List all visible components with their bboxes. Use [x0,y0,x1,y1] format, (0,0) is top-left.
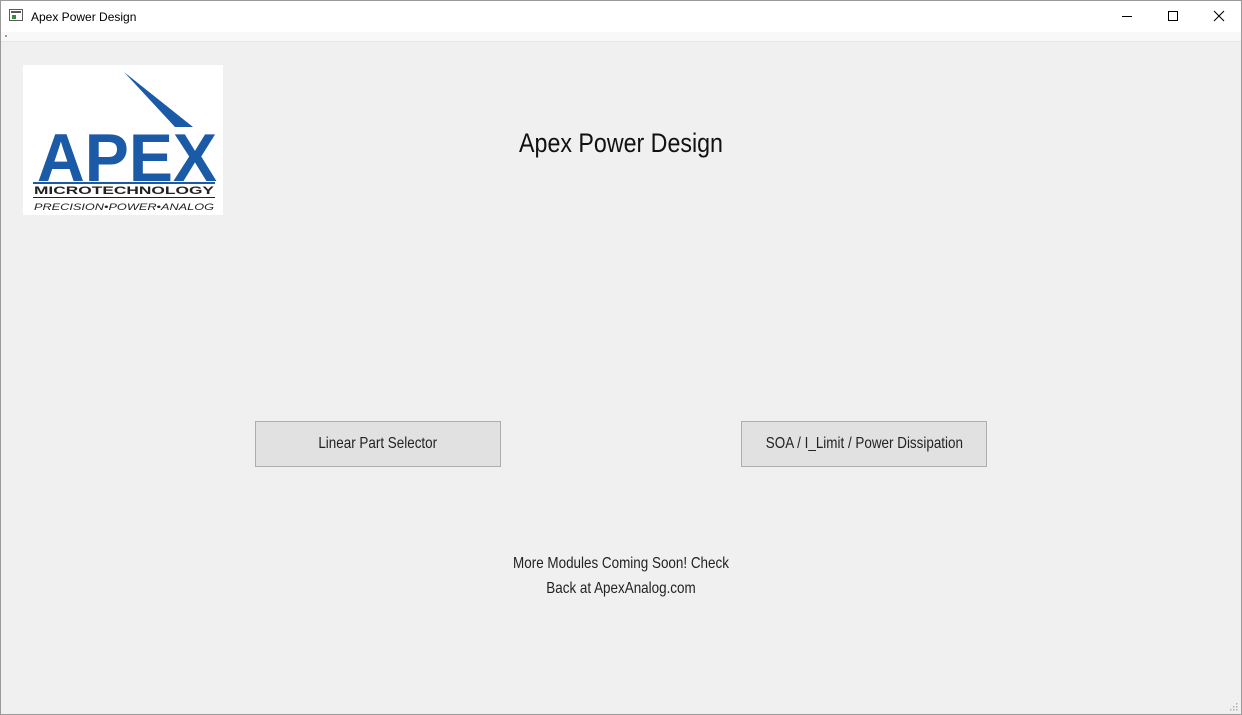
logo-tagline: PRECISION•POWER•ANALOG [34,202,214,212]
coming-soon-message: More Modules Coming Soon! Check Back at … [421,551,821,601]
coming-soon-line-1: More Modules Coming Soon! Check [513,555,729,572]
minimize-button[interactable] [1104,1,1150,32]
soa-power-dissipation-button[interactable]: SOA / I_Limit / Power Dissipation [741,421,987,467]
resize-grip-icon[interactable] [1228,701,1238,711]
close-button[interactable] [1196,1,1242,32]
logo-subtitle: MICROTECHNOLOGY [34,185,215,197]
apex-logo-graphic: APEX MICROTECHNOLOGY PRECISION•POWER•ANA… [33,72,217,212]
linear-part-selector-button[interactable]: Linear Part Selector [255,421,501,467]
window-title: Apex Power Design [31,10,137,24]
soa-power-dissipation-label: SOA / I_Limit / Power Dissipation [765,435,963,452]
maximize-button[interactable] [1150,1,1196,32]
app-window-icon[interactable] [9,9,23,21]
page-title: Apex Power Design [519,128,723,158]
linear-part-selector-label: Linear Part Selector [318,435,438,452]
apex-logo: APEX MICROTECHNOLOGY PRECISION•POWER•ANA… [23,65,223,215]
close-icon [1213,10,1225,22]
minimize-icon [1122,16,1132,17]
title-bar[interactable]: Apex Power Design [1,1,1241,32]
app-window: Apex Power Design APEX MICROTECHNOLOGY P… [0,0,1242,715]
menu-strip [1,32,1241,42]
maximize-icon [1168,11,1178,21]
coming-soon-line-2: Back at ApexAnalog.com [546,580,696,597]
menu-grip [5,35,7,37]
